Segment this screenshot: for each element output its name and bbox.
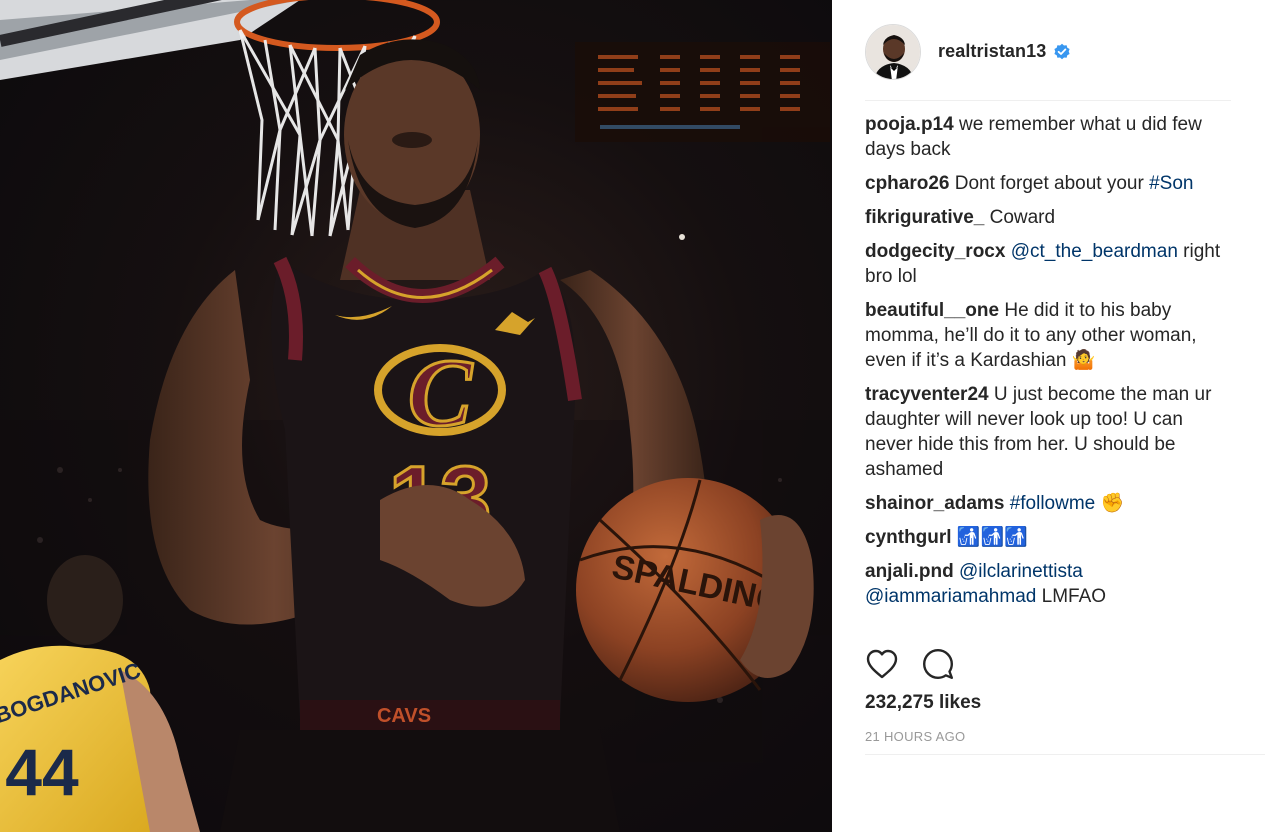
username-row: realtristan13	[938, 41, 1071, 62]
comment-link[interactable]: @ilclarinettista	[959, 561, 1083, 582]
comment-item: shainor_adams #followme ✊	[865, 491, 1225, 516]
comment-link[interactable]: @iammariamahmad	[865, 586, 1036, 607]
comment-bubble-icon	[923, 649, 953, 679]
verified-badge-icon	[1054, 43, 1070, 59]
post-timestamp[interactable]: 21 HOURS AGO	[865, 729, 965, 744]
heart-icon	[866, 649, 898, 679]
comment-username[interactable]: anjali.pnd	[865, 561, 954, 582]
comment-item: cynthgurl 🚮🚮🚮	[865, 525, 1225, 550]
comment-text: Dont forget about your	[954, 173, 1150, 194]
comment-item: tracyventer24 U just become the man ur d…	[865, 382, 1225, 482]
comment-link[interactable]: @ct_the_beardman	[1011, 241, 1178, 262]
comment-username[interactable]: cynthgurl	[865, 527, 952, 548]
likes-count[interactable]: 232,275 likes	[865, 692, 981, 714]
scoreboard	[575, 42, 830, 142]
arena-light	[679, 234, 685, 240]
avatar[interactable]	[865, 23, 921, 80]
comments-list: pooja.p14 we remember what u did few day…	[865, 112, 1225, 618]
comment-text: LMFAO	[1036, 586, 1107, 607]
comment-text: 🚮🚮🚮	[956, 527, 1028, 548]
comment-link[interactable]: #Son	[1149, 173, 1193, 194]
comment-item: cpharo26 Dont forget about your #Son	[865, 171, 1225, 196]
divider	[865, 754, 1265, 755]
comment-button[interactable]	[921, 647, 955, 681]
comment-username[interactable]: shainor_adams	[865, 493, 1004, 514]
shorts-text: CAVS	[377, 705, 431, 727]
comment-item: anjali.pnd @ilclarinettista @iammariamah…	[865, 559, 1225, 609]
username-link[interactable]: realtristan13	[938, 41, 1046, 62]
action-bar	[865, 646, 1231, 682]
comment-link[interactable]: #followme	[1010, 493, 1096, 514]
post-photo[interactable]: BOGDANOVIC 44 C CAVS SPALDING	[0, 0, 832, 832]
post-header: realtristan13	[865, 17, 1231, 101]
comment-item: beautiful__one He did it to his baby mom…	[865, 298, 1225, 373]
comment-text: ✊	[1095, 493, 1125, 514]
basketball-photo: BOGDANOVIC 44 C CAVS SPALDING	[0, 0, 832, 832]
comment-username[interactable]: beautiful__one	[865, 300, 999, 321]
comment-username[interactable]: cpharo26	[865, 173, 949, 194]
comment-username[interactable]: fikrigurative_	[865, 207, 984, 228]
opponent-number: 44	[5, 735, 79, 809]
comment-text: Coward	[989, 207, 1056, 228]
post-details-panel: realtristan13 pooja.p14 we remember what…	[832, 0, 1280, 832]
comment-username[interactable]: dodgecity_rocx	[865, 241, 1005, 262]
comment-item: pooja.p14 we remember what u did few day…	[865, 112, 1225, 162]
comment-username[interactable]: tracyventer24	[865, 384, 989, 405]
comment-username[interactable]: pooja.p14	[865, 114, 954, 135]
jersey-logo-letter: C	[408, 339, 473, 446]
avatar-image	[866, 24, 920, 79]
like-button[interactable]	[865, 647, 899, 681]
comment-item: dodgecity_rocx @ct_the_beardman right br…	[865, 239, 1225, 289]
comment-item: fikrigurative_ Coward	[865, 205, 1225, 230]
